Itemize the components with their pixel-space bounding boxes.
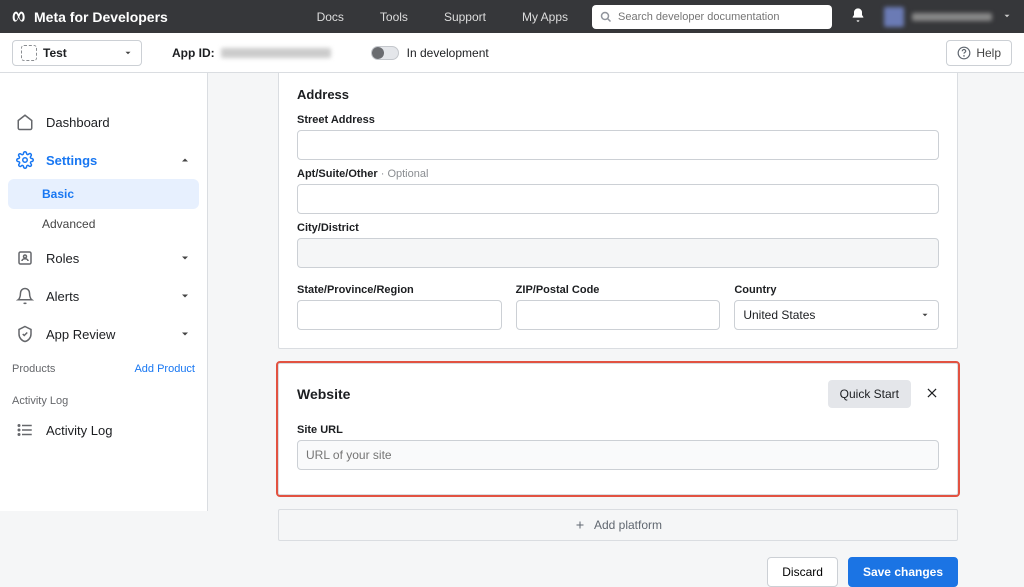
search-input[interactable] (618, 11, 824, 23)
sidebar: Dashboard Settings Basic Advanced Roles (0, 73, 208, 511)
discard-button[interactable]: Discard (767, 557, 838, 587)
label-country: Country (734, 284, 939, 296)
sidebar-item-activitylog[interactable]: Activity Log (0, 411, 207, 449)
add-platform-button[interactable]: Add platform (278, 509, 958, 541)
chevron-down-icon (123, 48, 133, 58)
label-city: City/District (297, 222, 939, 234)
chevron-down-icon[interactable] (1002, 9, 1012, 24)
help-icon (957, 46, 971, 60)
sidebar-subitem-advanced[interactable]: Advanced (0, 209, 207, 239)
main-content: Address Street Address Apt/Suite/Other ·… (208, 73, 1024, 587)
dev-status: In development (371, 46, 489, 60)
sidebar-products-section: Products Add Product (0, 353, 207, 379)
city-input[interactable] (297, 238, 939, 268)
app-selector[interactable]: Test (12, 40, 142, 66)
home-icon (16, 113, 34, 131)
sidebar-item-alerts[interactable]: Alerts (0, 277, 207, 315)
sidebar-item-dashboard[interactable]: Dashboard (0, 103, 207, 141)
website-card: Website Quick Start Site URL (278, 363, 958, 495)
siteurl-input[interactable] (297, 440, 939, 470)
nav-tools[interactable]: Tools (364, 0, 424, 33)
shield-check-icon (16, 325, 34, 343)
list-icon (16, 421, 34, 439)
subbar: Test App ID: In development Help (0, 33, 1024, 73)
topbar-nav: Docs Tools Support My Apps (301, 0, 584, 33)
search-icon (600, 11, 612, 23)
label-zip: ZIP/Postal Code (516, 284, 721, 296)
state-input[interactable] (297, 300, 502, 330)
nav-myapps[interactable]: My Apps (506, 0, 584, 33)
user-menu[interactable] (884, 7, 992, 27)
avatar (884, 7, 904, 27)
nav-support[interactable]: Support (428, 0, 502, 33)
country-select[interactable]: United States (734, 300, 939, 330)
apt-input[interactable] (297, 184, 939, 214)
address-card: Address Street Address Apt/Suite/Other ·… (278, 73, 958, 349)
sidebar-activitylog-section: Activity Log (0, 379, 207, 411)
meta-icon (12, 9, 28, 25)
label-apt: Apt/Suite/Other · Optional (297, 168, 939, 180)
app-name: Test (43, 46, 67, 60)
label-state: State/Province/Region (297, 284, 502, 296)
sidebar-item-roles[interactable]: Roles (0, 239, 207, 277)
app-icon (21, 45, 37, 61)
zip-input[interactable] (516, 300, 721, 330)
roles-icon (16, 249, 34, 267)
search-box[interactable] (592, 5, 832, 29)
chevron-up-icon (179, 154, 191, 166)
app-id: App ID: (172, 46, 331, 60)
brand-text: Meta for Developers (34, 9, 168, 25)
plus-icon (574, 519, 586, 531)
footer-actions: Discard Save changes (278, 557, 958, 587)
notification-icon[interactable] (850, 7, 866, 26)
street-input[interactable] (297, 130, 939, 160)
help-button[interactable]: Help (946, 40, 1012, 66)
sidebar-subitem-basic[interactable]: Basic (8, 179, 199, 209)
label-street: Street Address (297, 114, 939, 126)
chevron-down-icon (920, 310, 930, 320)
brand-logo[interactable]: Meta for Developers (12, 9, 168, 25)
website-heading: Website (297, 386, 350, 402)
status-toggle[interactable] (371, 46, 399, 60)
chevron-down-icon (179, 328, 191, 340)
sidebar-item-appreview[interactable]: App Review (0, 315, 207, 353)
quick-start-button[interactable]: Quick Start (828, 380, 911, 408)
sidebar-item-settings[interactable]: Settings (0, 141, 207, 179)
gear-icon (16, 151, 34, 169)
nav-docs[interactable]: Docs (301, 0, 360, 33)
add-product-link[interactable]: Add Product (134, 363, 195, 375)
chevron-down-icon (179, 290, 191, 302)
chevron-down-icon (179, 252, 191, 264)
save-button[interactable]: Save changes (848, 557, 958, 587)
label-siteurl: Site URL (297, 424, 939, 436)
close-icon[interactable] (925, 386, 939, 403)
bell-icon (16, 287, 34, 305)
topbar: Meta for Developers Docs Tools Support M… (0, 0, 1024, 33)
address-heading: Address (297, 87, 939, 102)
